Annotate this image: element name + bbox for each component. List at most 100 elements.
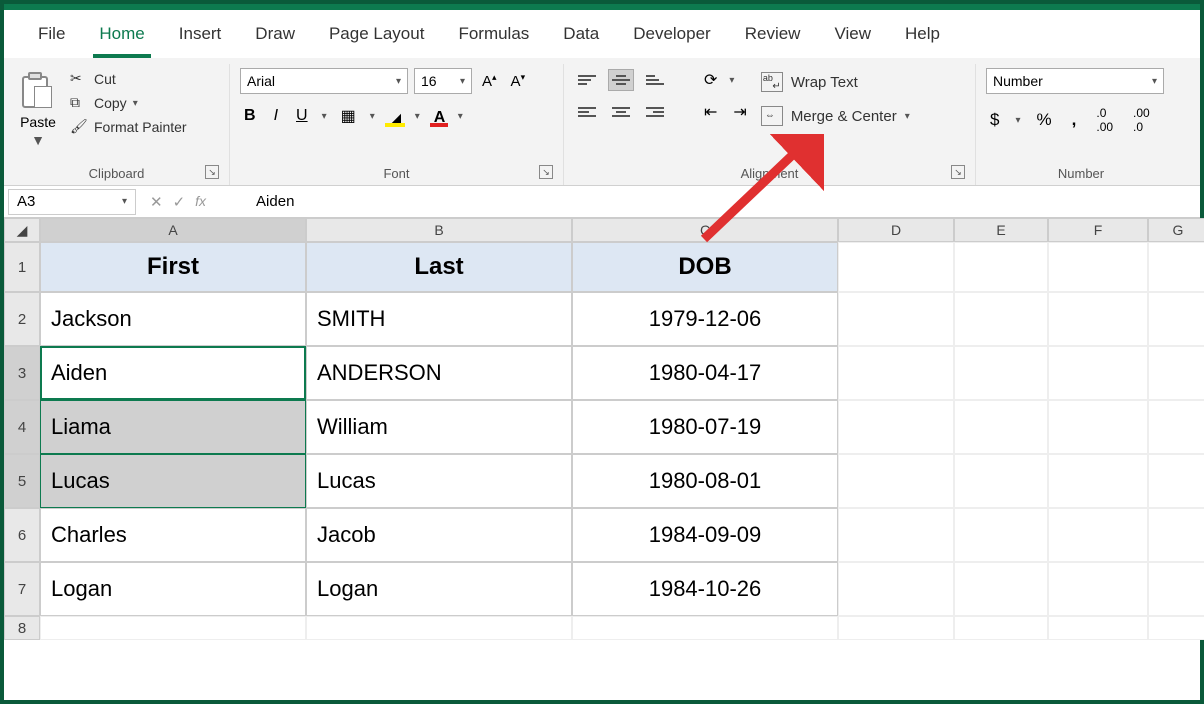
cell-F2[interactable] xyxy=(1048,292,1148,346)
cell-E4[interactable] xyxy=(954,400,1048,454)
dialog-launcher-icon[interactable]: ↘ xyxy=(539,165,553,179)
wrap-text-button[interactable]: ab↵ Wrap Text xyxy=(761,72,910,92)
accounting-format-button[interactable]: $ xyxy=(986,108,1003,132)
cell-B7[interactable]: Logan xyxy=(306,562,572,616)
row-header-2[interactable]: 2 xyxy=(4,292,40,346)
dialog-launcher-icon[interactable]: ↘ xyxy=(205,165,219,179)
increase-decimal-button[interactable]: .0.00 xyxy=(1092,104,1117,136)
cell-C8[interactable] xyxy=(572,616,838,640)
increase-font-size-button[interactable]: A▴ xyxy=(478,70,501,92)
align-center-button[interactable] xyxy=(608,101,634,123)
cell-E2[interactable] xyxy=(954,292,1048,346)
align-left-button[interactable] xyxy=(574,101,600,123)
cell-C5[interactable]: 1980-08-01 xyxy=(572,454,838,508)
cancel-formula-button[interactable]: ✕ xyxy=(150,193,163,211)
cell-B6[interactable]: Jacob xyxy=(306,508,572,562)
row-header-6[interactable]: 6 xyxy=(4,508,40,562)
decrease-decimal-button[interactable]: .00.0 xyxy=(1129,104,1154,136)
cell-F1[interactable] xyxy=(1048,242,1148,292)
cell-E3[interactable] xyxy=(954,346,1048,400)
cell-B4[interactable]: William xyxy=(306,400,572,454)
cell-A8[interactable] xyxy=(40,616,306,640)
cell-F3[interactable] xyxy=(1048,346,1148,400)
cell-B3[interactable]: ANDERSON xyxy=(306,346,572,400)
cell-G1[interactable] xyxy=(1148,242,1204,292)
decrease-font-size-button[interactable]: A▾ xyxy=(507,70,530,92)
orientation-button[interactable]: ⟳ xyxy=(700,68,721,92)
cell-E7[interactable] xyxy=(954,562,1048,616)
font-name-combo[interactable]: Arial▾ xyxy=(240,68,408,94)
cell-D1[interactable] xyxy=(838,242,954,292)
worksheet-grid[interactable]: ◢ A B C D E F G 1 First Last DOB 2 Jacks… xyxy=(4,218,1200,640)
col-header-C[interactable]: C xyxy=(572,218,838,242)
cell-E1[interactable] xyxy=(954,242,1048,292)
select-all-corner[interactable]: ◢ xyxy=(4,218,40,242)
col-header-E[interactable]: E xyxy=(954,218,1048,242)
cell-G5[interactable] xyxy=(1148,454,1204,508)
cell-A3[interactable]: Aiden xyxy=(40,346,306,400)
cell-F7[interactable] xyxy=(1048,562,1148,616)
row-header-7[interactable]: 7 xyxy=(4,562,40,616)
cell-D6[interactable] xyxy=(838,508,954,562)
tab-home[interactable]: Home xyxy=(93,18,150,58)
col-header-F[interactable]: F xyxy=(1048,218,1148,242)
cell-A1[interactable]: First xyxy=(40,242,306,292)
cell-F4[interactable] xyxy=(1048,400,1148,454)
cell-F6[interactable] xyxy=(1048,508,1148,562)
cell-A2[interactable]: Jackson xyxy=(40,292,306,346)
cell-B8[interactable] xyxy=(306,616,572,640)
enter-formula-button[interactable]: ✓ xyxy=(173,193,186,211)
name-box[interactable]: A3▾ xyxy=(8,189,136,215)
comma-format-button[interactable]: , xyxy=(1068,108,1081,132)
cell-D5[interactable] xyxy=(838,454,954,508)
col-header-B[interactable]: B xyxy=(306,218,572,242)
cut-button[interactable]: ✂ Cut xyxy=(70,70,187,88)
cell-E8[interactable] xyxy=(954,616,1048,640)
underline-button[interactable]: U xyxy=(292,105,312,127)
cell-F8[interactable] xyxy=(1048,616,1148,640)
format-painter-button[interactable]: 🖌 Format Painter xyxy=(70,118,187,136)
cell-G8[interactable] xyxy=(1148,616,1204,640)
cell-C2[interactable]: 1979-12-06 xyxy=(572,292,838,346)
font-color-button[interactable]: A xyxy=(430,107,448,125)
decrease-indent-button[interactable]: ⇤ xyxy=(700,100,721,124)
cell-E5[interactable] xyxy=(954,454,1048,508)
cell-B1[interactable]: Last xyxy=(306,242,572,292)
tab-help[interactable]: Help xyxy=(899,18,946,58)
cell-D3[interactable] xyxy=(838,346,954,400)
cell-G7[interactable] xyxy=(1148,562,1204,616)
cell-B5[interactable]: Lucas xyxy=(306,454,572,508)
cell-C4[interactable]: 1980-07-19 xyxy=(572,400,838,454)
col-header-G[interactable]: G xyxy=(1148,218,1204,242)
row-header-1[interactable]: 1 xyxy=(4,242,40,292)
italic-button[interactable]: I xyxy=(270,105,282,127)
cell-A4[interactable]: Liama xyxy=(40,400,306,454)
cell-G4[interactable] xyxy=(1148,400,1204,454)
align-right-button[interactable] xyxy=(642,101,668,123)
number-format-combo[interactable]: Number▾ xyxy=(986,68,1164,94)
tab-insert[interactable]: Insert xyxy=(173,18,228,58)
cell-D7[interactable] xyxy=(838,562,954,616)
cell-D4[interactable] xyxy=(838,400,954,454)
cell-C6[interactable]: 1984-09-09 xyxy=(572,508,838,562)
align-bottom-button[interactable] xyxy=(642,69,668,91)
font-size-combo[interactable]: 16▾ xyxy=(414,68,472,94)
cell-G2[interactable] xyxy=(1148,292,1204,346)
tab-view[interactable]: View xyxy=(828,18,877,58)
cell-A5[interactable]: Lucas xyxy=(40,454,306,508)
tab-file[interactable]: File xyxy=(32,18,71,58)
cell-F5[interactable] xyxy=(1048,454,1148,508)
align-middle-button[interactable] xyxy=(608,69,634,91)
row-header-4[interactable]: 4 xyxy=(4,400,40,454)
cell-D8[interactable] xyxy=(838,616,954,640)
cell-D2[interactable] xyxy=(838,292,954,346)
bold-button[interactable]: B xyxy=(240,105,260,127)
cell-G3[interactable] xyxy=(1148,346,1204,400)
tab-draw[interactable]: Draw xyxy=(249,18,301,58)
cell-A6[interactable]: Charles xyxy=(40,508,306,562)
cell-G6[interactable] xyxy=(1148,508,1204,562)
paste-button[interactable]: Paste ▼ xyxy=(14,68,62,152)
tab-developer[interactable]: Developer xyxy=(627,18,717,58)
tab-page-layout[interactable]: Page Layout xyxy=(323,18,430,58)
row-header-3[interactable]: 3 xyxy=(4,346,40,400)
